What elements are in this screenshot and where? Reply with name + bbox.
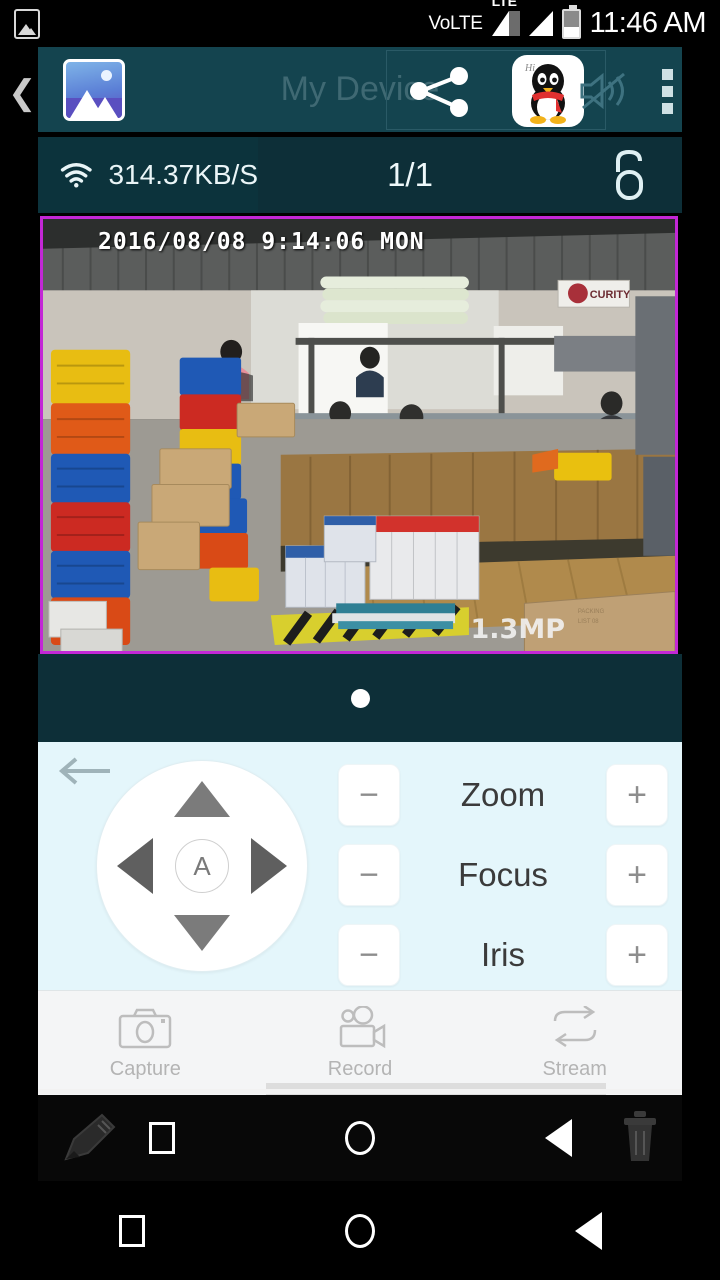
iris-minus-button[interactable]: − — [338, 924, 400, 986]
lens-row-focus: − Focus + — [338, 836, 668, 914]
record-label: Record — [327, 1057, 393, 1080]
live-video-view[interactable]: CURITY PACKING LIST 08 2016/08/08 9:14:0… — [40, 216, 678, 654]
system-status-bar: VoLTE LTE 11:46 AM — [0, 0, 720, 47]
trash-icon[interactable] — [618, 1109, 662, 1165]
unlock-icon[interactable] — [606, 148, 652, 202]
capture-label: Capture — [109, 1057, 181, 1080]
stream-label: Stream — [542, 1057, 607, 1080]
video-timestamp: 2016/08/08 9:14:06 MON — [98, 229, 425, 255]
image-icon — [14, 8, 40, 39]
capture-button[interactable]: Capture — [38, 991, 253, 1095]
triangle-back-icon[interactable] — [544, 1119, 572, 1157]
svg-text:PACKING: PACKING — [578, 609, 605, 615]
video-camera-icon — [339, 1005, 386, 1048]
video-frame: CURITY PACKINGLIST 08 — [43, 219, 675, 651]
phone-screen: VoLTE LTE 11:46 AM ❮ My Device Hi 314.37… — [0, 0, 720, 1280]
svg-text:CURITY: CURITY — [590, 289, 631, 301]
lens-row-zoom: − Zoom + — [338, 756, 668, 834]
ptz-control-panel: A − Zoom + − Focus + − Iris + — [38, 742, 682, 990]
lte-label: LTE — [491, 0, 518, 9]
zoom-label: Zoom — [460, 776, 546, 813]
triangle-left-icon[interactable] — [117, 838, 153, 894]
action-toolbar: Capture Record Stream — [38, 990, 682, 1095]
app-title-bar: ❮ My Device Hi — [8, 47, 682, 132]
focus-label: Focus — [458, 856, 548, 893]
stream-info-bar: 314.37KB/S 1/1 — [38, 137, 682, 213]
bitrate-group: 314.37KB/S — [38, 137, 258, 213]
stream-button[interactable]: Stream — [467, 991, 682, 1095]
focus-plus-button[interactable]: + — [606, 844, 668, 906]
pencil-icon[interactable] — [58, 1109, 124, 1167]
ptz-dpad[interactable]: A — [96, 760, 308, 972]
video-watermark: 1.3MP — [470, 614, 566, 645]
qq-penguin-icon[interactable]: Hi — [512, 55, 584, 127]
circle-icon[interactable] — [344, 1213, 375, 1248]
channel-ratio-label: 1/1 — [387, 156, 433, 193]
record-button[interactable]: Record — [253, 991, 468, 1095]
status-bar-right: VoLTE LTE 11:46 AM — [428, 0, 707, 40]
signal-bars-icon-2 — [528, 11, 553, 36]
lens-controls: − Zoom + − Focus + − Iris + — [338, 756, 668, 996]
focus-minus-button[interactable]: − — [338, 844, 400, 906]
status-bar-left — [14, 8, 40, 39]
divider — [38, 1089, 682, 1094]
lock-group[interactable] — [562, 137, 682, 213]
share-panel: Hi — [386, 50, 606, 130]
zoom-plus-button[interactable]: + — [606, 764, 668, 826]
iris-label: Iris — [481, 936, 525, 973]
volte-label: VoLTE — [428, 12, 483, 34]
speaker-muted-icon[interactable] — [576, 69, 632, 113]
triangle-back-icon[interactable] — [574, 1211, 602, 1250]
iris-plus-button[interactable]: + — [606, 924, 668, 986]
wifi-icon — [60, 163, 92, 188]
triangle-up-icon[interactable] — [174, 781, 230, 817]
channel-group: 1/1 — [258, 137, 562, 213]
app-nav-overlay — [38, 1095, 682, 1181]
system-navigation-bar — [0, 1181, 720, 1280]
circle-icon[interactable] — [344, 1121, 375, 1155]
bitrate-label: 314.37KB/S — [108, 159, 258, 190]
chevron-left-icon[interactable]: ❮ — [8, 73, 37, 113]
battery-icon — [561, 4, 581, 39]
triangle-down-icon[interactable] — [174, 915, 230, 951]
svg-text:LIST 08: LIST 08 — [578, 619, 599, 625]
auto-scan-button[interactable]: A — [175, 839, 229, 893]
arrow-left-icon[interactable] — [56, 754, 114, 788]
swap-arrows-icon — [553, 1005, 596, 1047]
square-icon[interactable] — [118, 1214, 145, 1247]
page-indicator[interactable] — [38, 654, 682, 742]
gallery-app-icon[interactable] — [63, 59, 125, 121]
svg-text:Hi: Hi — [524, 63, 535, 74]
signal-bars-icon: LTE — [491, 0, 520, 36]
overflow-menu-icon[interactable] — [662, 69, 674, 114]
status-bar-clock: 11:46 AM — [589, 7, 707, 39]
triangle-right-icon[interactable] — [251, 838, 287, 894]
lens-row-iris: − Iris + — [338, 916, 668, 994]
zoom-minus-button[interactable]: − — [338, 764, 400, 826]
camera-icon — [119, 1008, 172, 1048]
page-dot-1[interactable] — [350, 688, 370, 708]
share-icon[interactable] — [403, 65, 475, 117]
square-icon[interactable] — [148, 1122, 175, 1154]
